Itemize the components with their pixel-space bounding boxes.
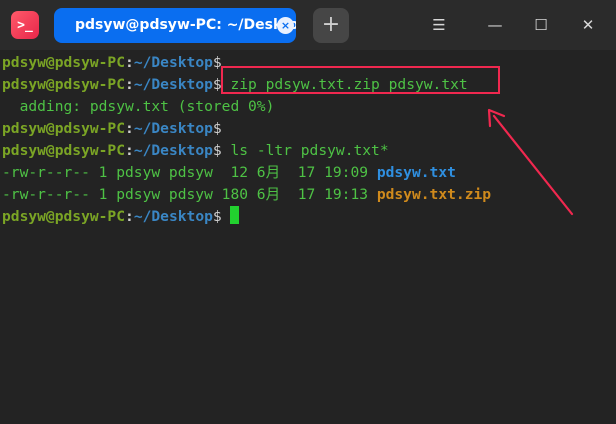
annotation-arrow-icon [487,108,574,216]
annotation-arrow-shaft [492,114,574,216]
